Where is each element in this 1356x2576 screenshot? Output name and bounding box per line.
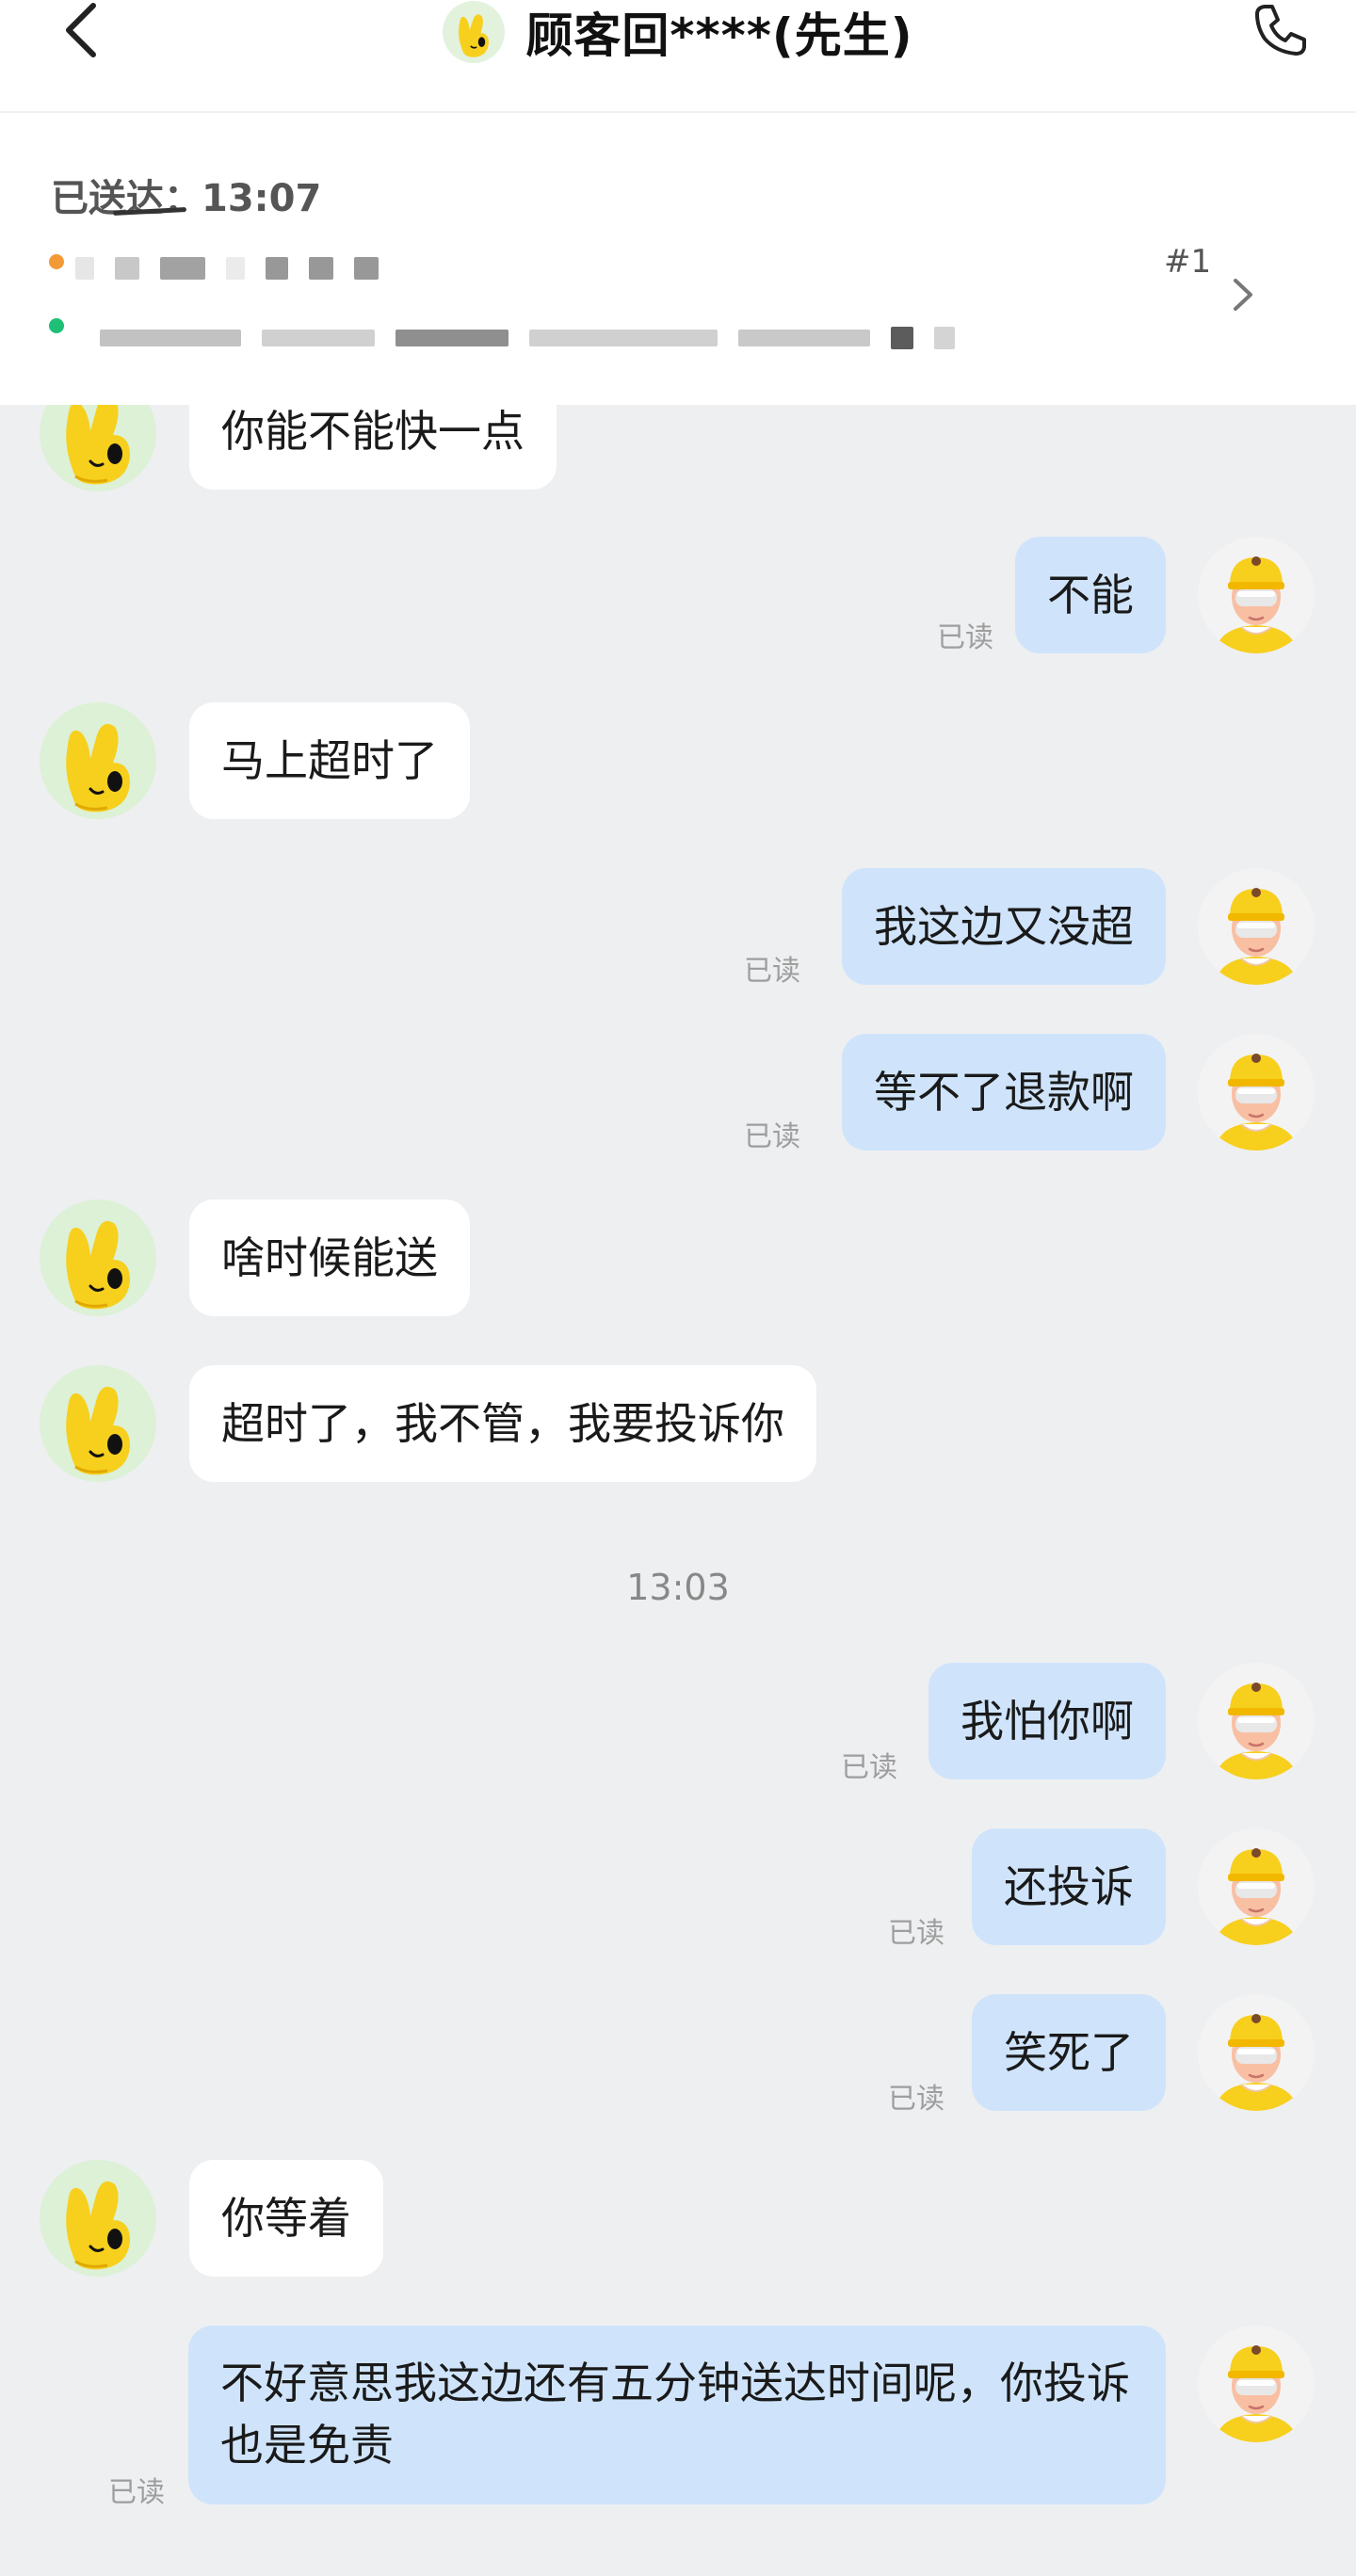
call-button[interactable] — [1248, 0, 1314, 60]
read-status: 已读 — [937, 621, 993, 654]
read-status: 已读 — [108, 2476, 165, 2509]
redacted-address — [100, 326, 955, 350]
message-bubble-rider[interactable]: 还投诉 — [972, 1828, 1166, 1945]
read-status: 已读 — [888, 1917, 944, 1950]
message-bubble-customer[interactable]: 超时了，我不管，我要投诉你 — [189, 1365, 816, 1482]
chat-title: 顾客回****(先生) — [0, 0, 1356, 64]
message-bubble-rider[interactable]: 笑死了 — [972, 1994, 1166, 2111]
message-bubble-rider[interactable]: 不能 — [1015, 537, 1166, 653]
read-status: 已读 — [841, 1751, 897, 1784]
rider-avatar-icon[interactable] — [1198, 1828, 1315, 1945]
delivery-status: 已送达：13:07 — [51, 168, 321, 222]
address-dot-icon — [49, 318, 64, 333]
customer-avatar-icon — [443, 1, 506, 63]
order-card[interactable]: 已送达：13:07 #1 — [0, 113, 1356, 405]
chat-title-text: 顾客回****(先生) — [525, 8, 913, 63]
rider-avatar-icon[interactable] — [1198, 1034, 1315, 1151]
customer-avatar-icon[interactable] — [40, 2160, 156, 2277]
rider-avatar-icon[interactable] — [1198, 1994, 1315, 2111]
message-bubble-rider[interactable]: 我怕你啊 — [928, 1663, 1166, 1779]
customer-avatar-icon[interactable] — [40, 1365, 156, 1482]
message-bubble-customer[interactable]: 马上超时了 — [189, 702, 470, 819]
top-bar: 顾客回****(先生) — [0, 0, 1356, 113]
message-bubble-customer[interactable]: 啥时候能送 — [189, 1199, 470, 1316]
rider-avatar-icon[interactable] — [1198, 868, 1315, 985]
rider-avatar-icon[interactable] — [1198, 2326, 1315, 2442]
time-separator: 13:03 — [626, 1567, 730, 1608]
order-number: #1 — [1164, 243, 1212, 281]
delivery-status-time: 13:07 — [202, 177, 322, 220]
store-dot-icon — [49, 254, 64, 269]
customer-avatar-icon[interactable] — [40, 1199, 156, 1316]
rider-avatar-icon[interactable] — [1198, 537, 1315, 653]
customer-avatar-icon[interactable] — [40, 702, 156, 819]
rider-avatar-icon[interactable] — [1198, 1663, 1315, 1779]
chevron-right-icon — [1234, 279, 1252, 311]
read-status: 已读 — [744, 1120, 800, 1153]
read-status: 已读 — [744, 955, 800, 988]
message-bubble-rider[interactable]: 不好意思我这边还有五分钟送达时间呢，你投诉也是免责 — [188, 2326, 1166, 2504]
message-bubble-rider[interactable]: 等不了退款啊 — [842, 1034, 1166, 1151]
message-bubble-rider[interactable]: 我这边又没超 — [842, 868, 1166, 985]
redacted-store-info — [75, 256, 379, 281]
message-bubble-customer[interactable]: 你等着 — [189, 2160, 383, 2277]
phone-icon — [1255, 5, 1306, 56]
read-status: 已读 — [888, 2083, 944, 2116]
